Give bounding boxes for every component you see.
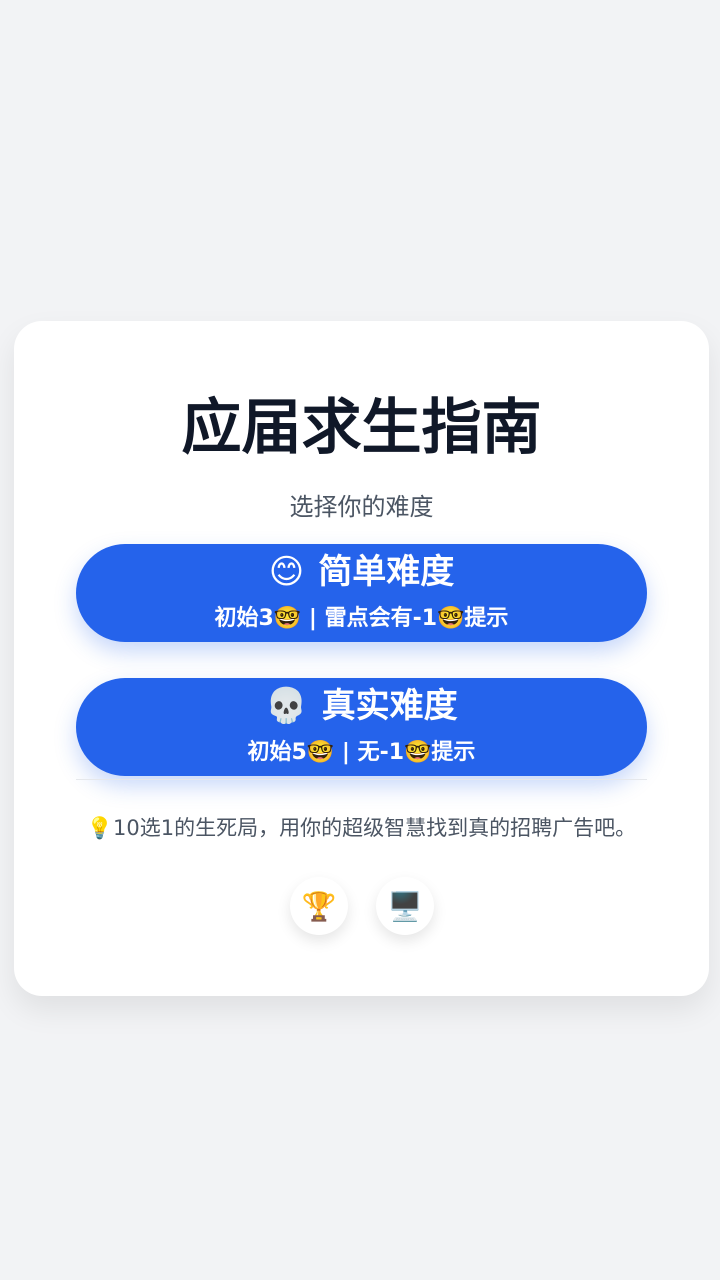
page-title: 应届求生指南 — [181, 393, 542, 463]
leaderboard-button[interactable]: 🏆 — [290, 877, 348, 935]
real-mode-button[interactable]: 💀 真实难度 初始5🤓 | 无-1🤓提示 — [76, 678, 647, 776]
tip-text: 💡10选1的生死局，用你的超级智慧找到真的招聘广告吧。 — [86, 816, 637, 840]
difficulty-card: 应届求生指南 选择你的难度 😊 简单难度 初始3🤓 | 雷点会有-1🤓提示 💀 真实… — [14, 321, 709, 996]
easy-mode-button[interactable]: 😊 简单难度 初始3🤓 | 雷点会有-1🤓提示 — [76, 544, 647, 642]
divider — [76, 779, 647, 780]
computer-icon: 🖥️ — [387, 889, 423, 923]
real-mode-heading: 💀 真实难度 — [76, 684, 647, 728]
computer-button[interactable]: 🖥️ — [376, 877, 434, 935]
real-mode-label: 真实难度 — [321, 686, 458, 726]
easy-mode-description: 初始3🤓 | 雷点会有-1🤓提示 — [214, 606, 509, 631]
easy-mode-label: 简单难度 — [318, 552, 455, 592]
smile-icon: 😊 — [268, 552, 305, 592]
easy-mode-heading: 😊 简单难度 — [76, 550, 647, 594]
skull-icon: 💀 — [265, 686, 308, 726]
subtitle: 选择你的难度 — [289, 493, 434, 521]
trophy-icon: 🏆 — [301, 889, 337, 923]
real-mode-description: 初始5🤓 | 无-1🤓提示 — [247, 740, 476, 765]
